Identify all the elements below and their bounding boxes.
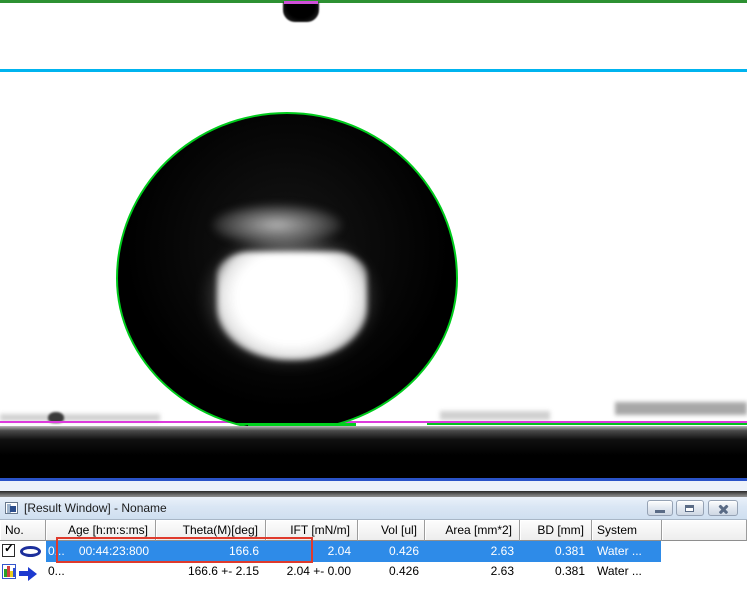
cell-age: 00:44:23:800: [79, 544, 149, 558]
row-checkbox[interactable]: ✓: [2, 544, 15, 557]
result-table-header: No. Age [h:m:s:ms] Theta(M)[deg] IFT [mN…: [0, 520, 747, 541]
eye-icon: [20, 546, 41, 557]
column-header-filler: [662, 520, 747, 541]
cell-bd: 0.381: [555, 544, 585, 558]
chart-bar: [13, 568, 16, 577]
cell-theta: 166.6 +- 2.15: [188, 564, 259, 578]
needle-magenta-marker: [284, 1, 318, 4]
table-row[interactable]: 0... 166.6 +- 2.15 2.04 +- 0.00 0.426 2.…: [0, 562, 747, 581]
table-row-selected[interactable]: ✓ 0... 00:44:23:800 166.6 2.04 0.426 2.6…: [0, 541, 747, 562]
cell-system: Water ...: [597, 564, 642, 578]
result-window-title: [Result Window] - Noname: [24, 501, 167, 515]
column-header-no[interactable]: No.: [0, 520, 46, 541]
arrow-right-icon: [19, 571, 28, 576]
cell-area: 2.63: [491, 564, 514, 578]
surface-smudge: [440, 411, 550, 420]
cell-vol: 0.426: [389, 564, 419, 578]
column-header-age[interactable]: Age [h:m:s:ms]: [46, 520, 156, 541]
cell-theta: 166.6: [229, 544, 259, 558]
drop-reflection-highlight: [217, 252, 367, 360]
close-button[interactable]: [708, 500, 738, 516]
cell-ift: 2.04: [328, 544, 351, 558]
surface-smudge: [0, 414, 160, 421]
cell-bd: 0.381: [555, 564, 585, 578]
column-header-bd[interactable]: BD [mm]: [520, 520, 592, 541]
cell-vol: 0.426: [389, 544, 419, 558]
column-header-system[interactable]: System: [592, 520, 662, 541]
result-window: [Result Window] - Noname No. Age [h:m:s:…: [0, 491, 747, 595]
arrow-right-icon: [28, 567, 37, 581]
restore-button[interactable]: [676, 500, 704, 516]
result-window-titlebar[interactable]: [Result Window] - Noname: [0, 497, 747, 520]
cell-no: 0...: [48, 564, 65, 578]
column-header-area[interactable]: Area [mm*2]: [425, 520, 520, 541]
sessile-drop-image: [116, 112, 458, 432]
chart-icon: [2, 564, 16, 579]
needle-tip-image: [283, 2, 319, 22]
minimize-icon: [655, 510, 665, 513]
cell-no: 0...: [48, 544, 65, 558]
checkmark-icon: ✓: [4, 541, 14, 555]
result-window-icon: [5, 502, 18, 514]
drop-shape-analyzer-screen: [Result Window] - Noname No. Age [h:m:s:…: [0, 0, 747, 595]
minimize-button[interactable]: [647, 500, 673, 516]
cell-area: 2.63: [491, 544, 514, 558]
cyan-scan-line: [0, 69, 747, 72]
column-header-theta[interactable]: Theta(M)[deg]: [156, 520, 266, 541]
restore-icon: [685, 505, 694, 512]
camera-top-green-bar: [0, 0, 747, 3]
cell-ift: 2.04 +- 0.00: [287, 564, 351, 578]
substrate-strip: [0, 426, 747, 479]
surface-smudge: [615, 402, 747, 415]
baseline-green-line: [427, 423, 747, 425]
column-header-ift[interactable]: IFT [mN/m]: [266, 520, 358, 541]
column-header-vol[interactable]: Vol [ul]: [358, 520, 425, 541]
cell-system: Water ...: [597, 544, 642, 558]
